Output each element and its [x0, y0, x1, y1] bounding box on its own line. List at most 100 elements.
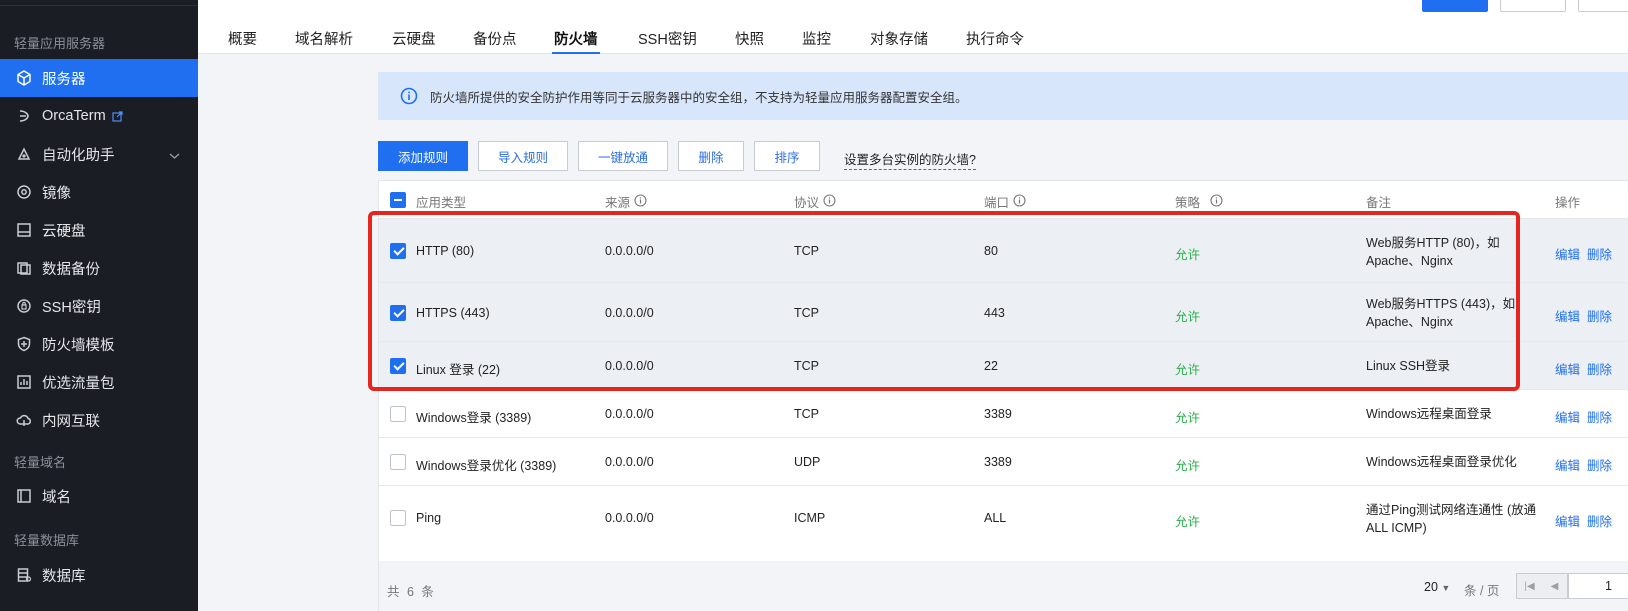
row-checkbox[interactable]	[390, 454, 406, 470]
delete-button[interactable]: 删除	[678, 141, 744, 171]
table-row[interactable]: Linux 登录 (22) 0.0.0.0/0 TCP 22 允许 Linux …	[379, 342, 1628, 390]
edit-link[interactable]: 编辑	[1555, 407, 1580, 426]
sidebar-item-label: 优选流量包	[42, 375, 115, 392]
delete-link[interactable]: 删除	[1587, 244, 1612, 263]
tab-ssh-key[interactable]: SSH密钥	[638, 28, 697, 54]
sidebar-item-database[interactable]: 数据库	[0, 556, 198, 594]
terminal-icon	[14, 106, 34, 126]
table-row[interactable]: Windows登录优化 (3389) 0.0.0.0/0 UDP 3389 允许…	[379, 438, 1628, 486]
page-size-select[interactable]: 20 ▼	[1424, 580, 1450, 594]
key-icon	[14, 296, 34, 316]
sidebar-item-firewall-template[interactable]: 防火墙模板	[0, 325, 198, 363]
cell-note: Windows远程桌面登录优化	[1366, 455, 1517, 469]
sidebar-item-traffic-package[interactable]: 优选流量包	[0, 363, 198, 401]
edit-link[interactable]: 编辑	[1555, 359, 1580, 378]
cell-port: 3389	[984, 407, 1012, 421]
sidebar-item-label: 服务器	[42, 71, 86, 88]
info-circle-icon[interactable]	[1210, 193, 1223, 210]
cell-port: 443	[984, 306, 1005, 320]
table-header: 应用类型 来源 协议 端口 策略 备注 操作	[379, 181, 1628, 219]
tab-cloud-disk[interactable]: 云硬盘	[392, 28, 436, 54]
delete-link[interactable]: 删除	[1587, 511, 1612, 530]
info-circle-icon[interactable]	[823, 193, 836, 210]
column-policy: 策略	[1175, 192, 1223, 211]
sidebar-item-label: 镜像	[42, 185, 71, 202]
cell-app-type: HTTP (80)	[416, 244, 475, 258]
top-secondary-button[interactable]	[1500, 0, 1566, 12]
database-icon	[14, 565, 34, 585]
sidebar-item-backup[interactable]: 数据备份	[0, 249, 198, 287]
cell-app-type: HTTPS (443)	[416, 306, 490, 320]
delete-link[interactable]: 删除	[1587, 306, 1612, 325]
tab-firewall[interactable]: 防火墙	[552, 28, 599, 54]
top-primary-button[interactable]	[1422, 0, 1488, 12]
top-tertiary-button[interactable]	[1578, 0, 1628, 12]
sidebar-item-image[interactable]: 镜像	[0, 173, 198, 211]
delete-link[interactable]: 删除	[1587, 407, 1612, 426]
row-checkbox[interactable]	[390, 358, 406, 374]
cell-note: 通过Ping测试网络连通性 (放通ALL ICMP)	[1366, 503, 1537, 535]
cell-port: ALL	[984, 511, 1007, 525]
sidebar-item-ssh-key[interactable]: SSH密钥	[0, 287, 198, 325]
prev-page-icon[interactable]: ◀	[1542, 574, 1567, 598]
row-checkbox[interactable]	[390, 243, 406, 259]
cell-source: 0.0.0.0/0	[605, 407, 654, 421]
row-checkbox[interactable]	[390, 406, 406, 422]
table-row[interactable]: HTTPS (443) 0.0.0.0/0 TCP 443 允许 Web服务HT…	[379, 283, 1628, 342]
column-source: 来源	[605, 192, 647, 211]
info-circle-icon[interactable]	[1013, 193, 1026, 210]
tab-dns[interactable]: 域名解析	[295, 28, 353, 54]
edit-link[interactable]: 编辑	[1555, 511, 1580, 530]
info-notice: 防火墙所提供的安全防护作用等同于云服务器中的安全组，不支持为轻量应用服务器配置安…	[378, 72, 1628, 120]
notice-text: 防火墙所提供的安全防护作用等同于云服务器中的安全组，不支持为轻量应用服务器配置安…	[430, 90, 968, 105]
edit-link[interactable]: 编辑	[1555, 306, 1580, 325]
tab-overview[interactable]: 概要	[228, 28, 257, 54]
cell-protocol: TCP	[794, 244, 819, 258]
page-number-input[interactable]: 1	[1568, 573, 1628, 599]
caret-down-icon: ▼	[1441, 583, 1451, 593]
external-link-icon	[112, 110, 123, 122]
sidebar-item-disk[interactable]: 云硬盘	[0, 211, 198, 249]
tab-monitor[interactable]: 监控	[802, 28, 831, 54]
info-circle-icon[interactable]	[634, 193, 647, 210]
multi-instance-firewall-link[interactable]: 设置多台实例的防火墙?	[844, 149, 976, 170]
cell-policy: 允许	[1175, 515, 1201, 529]
sidebar-item-label: SSH密钥	[42, 299, 101, 316]
tab-object-storage[interactable]: 对象存储	[870, 28, 928, 54]
import-rule-button[interactable]: 导入规则	[478, 141, 568, 171]
tab-snapshot[interactable]: 快照	[735, 28, 764, 54]
first-page-icon[interactable]: |◀	[1517, 574, 1542, 598]
sidebar-item-intranet[interactable]: 内网互联	[0, 401, 198, 439]
cell-protocol: TCP	[794, 306, 819, 320]
sidebar-top-divider	[0, 0, 198, 6]
table-footer: 共 6 条 20 ▼ 条 / 页 |◀ ◀ 1	[379, 561, 1628, 611]
cell-note: Windows远程桌面登录	[1366, 407, 1492, 421]
edit-link[interactable]: 编辑	[1555, 455, 1580, 474]
disk-icon	[14, 220, 34, 240]
table-row[interactable]: Windows登录 (3389) 0.0.0.0/0 TCP 3389 允许 W…	[379, 390, 1628, 438]
allow-all-button[interactable]: 一键放通	[578, 141, 668, 171]
sort-button[interactable]: 排序	[754, 141, 820, 171]
add-rule-button[interactable]: 添加规则	[378, 141, 468, 171]
row-checkbox[interactable]	[390, 305, 406, 321]
cell-port: 80	[984, 244, 998, 258]
edit-link[interactable]: 编辑	[1555, 244, 1580, 263]
tab-backup-point[interactable]: 备份点	[473, 28, 517, 54]
row-checkbox[interactable]	[390, 510, 406, 526]
select-all-checkbox[interactable]	[390, 192, 406, 208]
cell-source: 0.0.0.0/0	[605, 455, 654, 469]
delete-link[interactable]: 删除	[1587, 455, 1612, 474]
delete-link[interactable]: 删除	[1587, 359, 1612, 378]
cube-icon	[14, 68, 34, 88]
firewall-rules-table: 应用类型 来源 协议 端口 策略 备注 操作 HTTP (80) 0.0.0.0…	[378, 180, 1628, 611]
cell-policy: 允许	[1175, 310, 1201, 324]
table-row[interactable]: Ping 0.0.0.0/0 ICMP ALL 允许 通过Ping测试网络连通性…	[379, 486, 1628, 550]
sidebar-item-server[interactable]: 服务器	[0, 59, 198, 97]
sidebar-item-automation[interactable]: 自动化助手	[0, 135, 198, 173]
tab-run-command[interactable]: 执行命令	[966, 28, 1024, 54]
sidebar-item-orcaterm[interactable]: OrcaTerm	[0, 97, 198, 135]
cell-port: 3389	[984, 455, 1012, 469]
sidebar-item-domain[interactable]: 域名	[0, 477, 198, 515]
cell-app-type: Windows登录优化 (3389)	[416, 459, 557, 473]
table-row[interactable]: HTTP (80) 0.0.0.0/0 TCP 80 允许 Web服务HTTP …	[379, 219, 1628, 283]
